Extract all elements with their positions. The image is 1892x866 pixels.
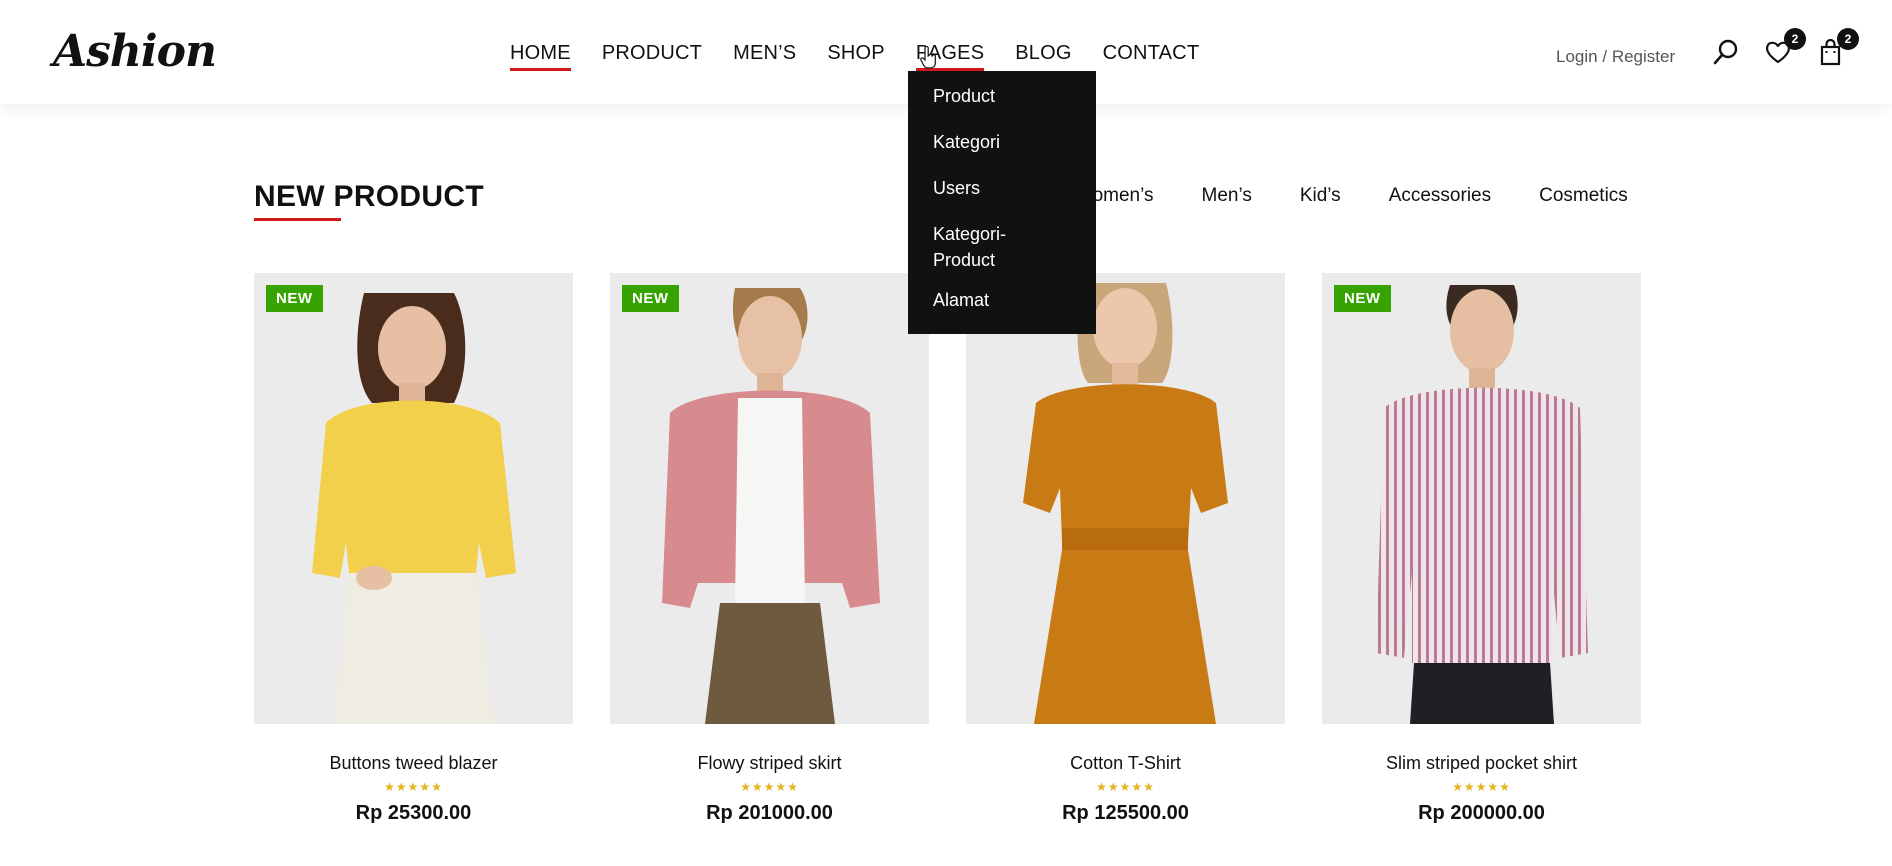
dropdown-item-alamat[interactable]: Alamat [908,287,1096,313]
rating-stars: ★★★★★ [1096,780,1155,794]
dropdown-item-users[interactable]: Users [908,175,1096,201]
product-name[interactable]: Cotton T-Shirt [966,753,1285,774]
brand-logo[interactable]: Ashion [53,26,217,77]
wishlist-count-badge: 2 [1784,28,1806,50]
product-price: Rp 125500.00 [1062,802,1189,824]
filter-cosmetics[interactable]: Cosmetics [1539,185,1628,207]
product-image[interactable] [966,273,1285,724]
search-icon[interactable] [1712,38,1742,68]
cart-button[interactable]: 2 [1817,28,1859,68]
hand-cursor-icon [920,45,938,75]
pages-dropdown-menu: Product Kategori Users Kategori- Product… [908,71,1096,334]
product-price: Rp 25300.00 [355,802,472,824]
nav-shop[interactable]: SHOP [827,42,884,72]
auth-links: Login / Register [1556,47,1675,67]
nav-contact[interactable]: CONTACT [1103,42,1200,72]
product-image[interactable]: NEW [1322,273,1641,724]
auth-separator: / [1602,47,1608,66]
product-price: Rp 201000.00 [706,802,833,824]
nav-blog[interactable]: BLOG [1015,42,1071,72]
wishlist-button[interactable]: 2 [1764,28,1806,68]
dropdown-item-kategori[interactable]: Kategori [908,129,1096,155]
product-card[interactable]: Cotton T-Shirt ★★★★★ Rp 125500.00 [966,273,1285,825]
rating-stars: ★★★★★ [384,780,443,794]
nav-product[interactable]: PRODUCT [602,42,702,72]
product-image[interactable]: NEW [610,273,929,724]
product-card[interactable]: NEW Flowy striped skirt ★★★★★ Rp 201000.… [610,273,929,825]
new-badge: NEW [622,285,679,312]
filter-kids[interactable]: Kid’s [1300,185,1341,207]
product-card[interactable]: NEW Buttons tweed blazer ★★★★★ Rp 25300.… [254,273,573,825]
new-badge: NEW [266,285,323,312]
nav-mens[interactable]: MEN’S [733,42,796,72]
login-link[interactable]: Login [1556,47,1598,66]
dropdown-item-product[interactable]: Product [908,83,1096,109]
dropdown-item-kategori-product[interactable]: Kategori- Product [908,221,1096,273]
main-nav: HOME PRODUCT MEN’S SHOP PAGES BLOG CONTA… [510,42,1230,72]
product-image[interactable]: NEW [254,273,573,724]
filter-accessories[interactable]: Accessories [1389,185,1491,207]
nav-home[interactable]: HOME [510,42,571,72]
cart-count-badge: 2 [1837,28,1859,50]
new-badge: NEW [1334,285,1391,312]
section-title: NEW PRODUCT [254,180,484,213]
filter-mens[interactable]: Men’s [1202,185,1252,207]
section-title-underline [254,218,341,221]
register-link[interactable]: Register [1612,47,1675,66]
product-price: Rp 200000.00 [1418,802,1545,824]
rating-stars: ★★★★★ [1452,780,1511,794]
product-card[interactable]: NEW Slim striped pocket shirt ★★★★★ Rp 2… [1322,273,1641,825]
product-name[interactable]: Slim striped pocket shirt [1322,753,1641,774]
product-name[interactable]: Flowy striped skirt [610,753,929,774]
rating-stars: ★★★★★ [740,780,799,794]
category-filters: Women’s Men’s Kid’s Accessories Cosmetic… [1075,185,1628,207]
product-name[interactable]: Buttons tweed blazer [254,753,573,774]
